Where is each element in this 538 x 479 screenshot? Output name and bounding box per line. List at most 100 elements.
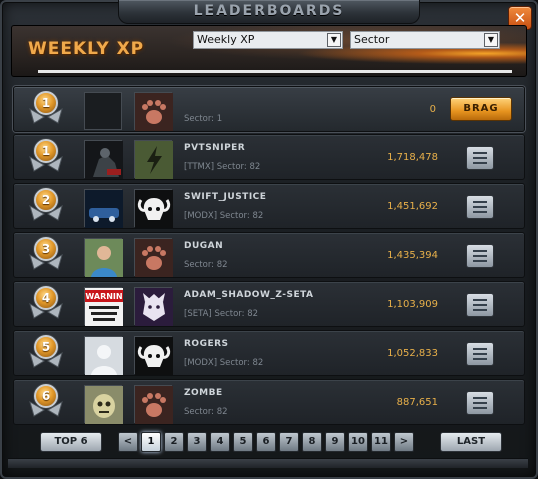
page-1-button[interactable]: 1: [141, 432, 161, 452]
header-banner: WEEKLY XP Weekly XP ▼ Sector ▼: [11, 25, 527, 77]
scope-select[interactable]: Sector ▼: [350, 31, 500, 49]
emblem: [134, 287, 173, 326]
last-button[interactable]: LAST: [440, 432, 502, 452]
rank-medal-icon: 6: [28, 382, 64, 424]
metric-select-value: Weekly XP: [197, 33, 255, 46]
lightning-icon: [135, 141, 173, 179]
leaderboard-row-6: 6 ZOMBE Sector: 82 887,651: [13, 379, 525, 425]
title-bar: LEADERBOARDS: [118, 0, 420, 24]
details-list-button[interactable]: [466, 195, 494, 219]
bottom-rail: [8, 458, 528, 468]
avatar[interactable]: [84, 189, 123, 228]
divider-line: [38, 70, 512, 73]
player-sector: Sector: 82: [184, 260, 228, 270]
player-name: SWIFT_JUSTICE: [184, 192, 267, 202]
avatar[interactable]: [84, 238, 123, 277]
emblem: [134, 385, 173, 424]
pagination-bar: TOP 6 < 1 2 3 4 5 6 7 8 9 10 11 > LAST: [16, 432, 522, 454]
player-name: ADAM_SHADOW_Z-SETA: [184, 290, 314, 300]
rank-medal-icon: 2: [28, 186, 64, 228]
brag-button[interactable]: BRAG: [450, 97, 512, 121]
player-name: PVTSNIPER: [184, 143, 246, 153]
bear-paw-icon: [135, 239, 173, 277]
leaderboard-row-3: 3 DUGAN Sector: 82 1,435,394: [13, 232, 525, 278]
page-7-button[interactable]: 7: [279, 432, 299, 452]
prev-page-button[interactable]: <: [118, 432, 138, 452]
page-4-button[interactable]: 4: [210, 432, 230, 452]
player-xp: 1,718,478: [387, 152, 438, 163]
player-sector: [TTMX] Sector: 82: [184, 162, 261, 172]
zombie-avatar-icon: [85, 386, 123, 424]
page-9-button[interactable]: 9: [325, 432, 345, 452]
avatar[interactable]: [84, 385, 123, 424]
player-xp: 1,052,833: [387, 348, 438, 359]
ram-skull-icon: [135, 337, 173, 375]
laurel-wings-icon: [29, 204, 63, 221]
car-avatar-icon: [85, 190, 123, 228]
leaderboard-row-2: 2 SWIFT_JUSTICE [MODX] Sector: 82 1,451,…: [13, 183, 525, 229]
emblem: [134, 189, 173, 228]
laurel-wings-icon: [29, 351, 63, 368]
rank-medal-icon: 3: [28, 235, 64, 277]
warning-sign-text: WARNIN: [85, 292, 122, 301]
player-xp: 1,451,692: [387, 201, 438, 212]
emblem: [134, 140, 173, 179]
next-page-button[interactable]: >: [394, 432, 414, 452]
page-8-button[interactable]: 8: [302, 432, 322, 452]
player-sector: [SETA] Sector: 82: [184, 309, 259, 319]
player-name: DUGAN: [184, 241, 224, 251]
player-xp: 1,435,394: [387, 250, 438, 261]
rank-medal-icon: 1: [28, 137, 64, 179]
player-sector: Sector: 82: [184, 407, 228, 417]
details-list-button[interactable]: [466, 391, 494, 415]
details-list-button[interactable]: [466, 342, 494, 366]
avatar[interactable]: [84, 140, 123, 179]
default-avatar-icon: [85, 337, 123, 375]
window-title: LEADERBOARDS: [193, 3, 345, 19]
laurel-wings-icon: [29, 400, 63, 417]
leaderboard-row-5: 5 ROGERS [MODX] Sector: 82 1,052,833: [13, 330, 525, 376]
leaderboard-row-4: 4 WARNIN ADAM_SHADOW_Z-SETA [SETA] Secto…: [13, 281, 525, 327]
bear-paw-icon: [135, 93, 173, 131]
player-sector: [MODX] Sector: 82: [184, 358, 264, 368]
laurel-wings-icon: [29, 107, 63, 124]
details-list-button[interactable]: [466, 293, 494, 317]
player-name: ZOMBE: [184, 388, 223, 398]
current-player-row: 1 Sector: 1 0 BRAG: [13, 86, 525, 132]
board-title: WEEKLY XP: [28, 39, 145, 59]
person-photo-icon: [85, 239, 123, 277]
metric-select[interactable]: Weekly XP ▼: [193, 31, 343, 49]
top-button[interactable]: TOP 6: [40, 432, 102, 452]
player-name: ROGERS: [184, 339, 229, 349]
soldier-avatar-icon: [85, 141, 123, 179]
avatar[interactable]: WARNIN: [84, 287, 123, 326]
avatar[interactable]: [84, 336, 123, 375]
laurel-wings-icon: [29, 302, 63, 319]
details-list-button[interactable]: [466, 244, 494, 268]
warning-sign-avatar-icon: WARNIN: [85, 288, 123, 326]
bear-paw-icon: [135, 386, 173, 424]
player-xp: 1,103,909: [387, 299, 438, 310]
page-11-button[interactable]: 11: [371, 432, 391, 452]
rank-medal-icon: 4: [28, 284, 64, 326]
page-2-button[interactable]: 2: [164, 432, 184, 452]
chevron-down-icon: ▼: [327, 33, 341, 47]
page-10-button[interactable]: 10: [348, 432, 368, 452]
emblem: [134, 238, 173, 277]
player-xp: 0: [429, 104, 436, 115]
chevron-down-icon: ▼: [484, 33, 498, 47]
laurel-wings-icon: [29, 253, 63, 270]
player-xp: 887,651: [396, 397, 438, 408]
emblem: [134, 92, 173, 131]
page-3-button[interactable]: 3: [187, 432, 207, 452]
wolf-head-icon: [135, 288, 173, 326]
page-5-button[interactable]: 5: [233, 432, 253, 452]
page-6-button[interactable]: 6: [256, 432, 276, 452]
player-sector: [MODX] Sector: 82: [184, 211, 264, 221]
ram-skull-icon: [135, 190, 173, 228]
avatar[interactable]: [84, 92, 122, 130]
emblem: [134, 336, 173, 375]
details-list-button[interactable]: [466, 146, 494, 170]
leaderboard-row-1: 1 PVTSNIPER [TTMX] Sector: 82 1,718,478: [13, 134, 525, 180]
laurel-wings-icon: [29, 155, 63, 172]
